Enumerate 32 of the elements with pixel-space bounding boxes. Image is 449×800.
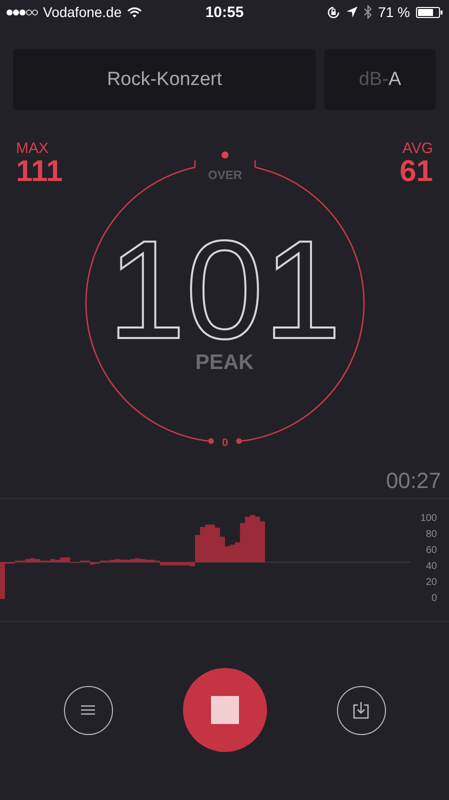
stat-label: AVG — [402, 140, 433, 157]
export-button[interactable] — [336, 686, 386, 734]
axis-tick-label: 80 — [426, 529, 437, 541]
peak-reading: 101 — [106, 235, 342, 345]
stat-value: 61 — [400, 157, 433, 187]
weighting-button[interactable]: dB-A — [324, 49, 436, 110]
menu-icon — [81, 705, 95, 715]
location-arrow-icon — [346, 6, 358, 18]
battery-icon — [416, 6, 443, 18]
mode-label: PEAK — [195, 351, 254, 375]
axis-tick-label: 100 — [420, 513, 437, 525]
axis-tick-label: 60 — [426, 545, 437, 557]
rotation-lock-icon — [327, 6, 340, 18]
carrier-name: Vodafone.de — [43, 4, 122, 20]
preset-button[interactable]: Rock-Konzert — [13, 49, 316, 110]
clock-time: 10:55 — [205, 4, 244, 20]
axis-tick-label: 40 — [426, 561, 437, 573]
zero-label: 0 — [221, 437, 228, 449]
axis-tick-label: 20 — [426, 577, 437, 589]
over-label: OVER — [208, 168, 242, 182]
wifi-icon — [126, 6, 142, 18]
bluetooth-icon — [364, 5, 372, 19]
stat-value: 111 — [16, 157, 63, 187]
elapsed-time: 00:27 — [386, 468, 441, 495]
stat-label: MAX — [16, 140, 49, 157]
stop-icon — [210, 696, 238, 724]
axis-tick-label: 0 — [431, 593, 437, 605]
indicator-dot — [221, 152, 228, 158]
menu-button[interactable] — [64, 686, 112, 734]
signal-icon — [6, 8, 38, 16]
battery-percent: 71 % — [378, 4, 410, 20]
download-tray-icon — [353, 701, 369, 719]
